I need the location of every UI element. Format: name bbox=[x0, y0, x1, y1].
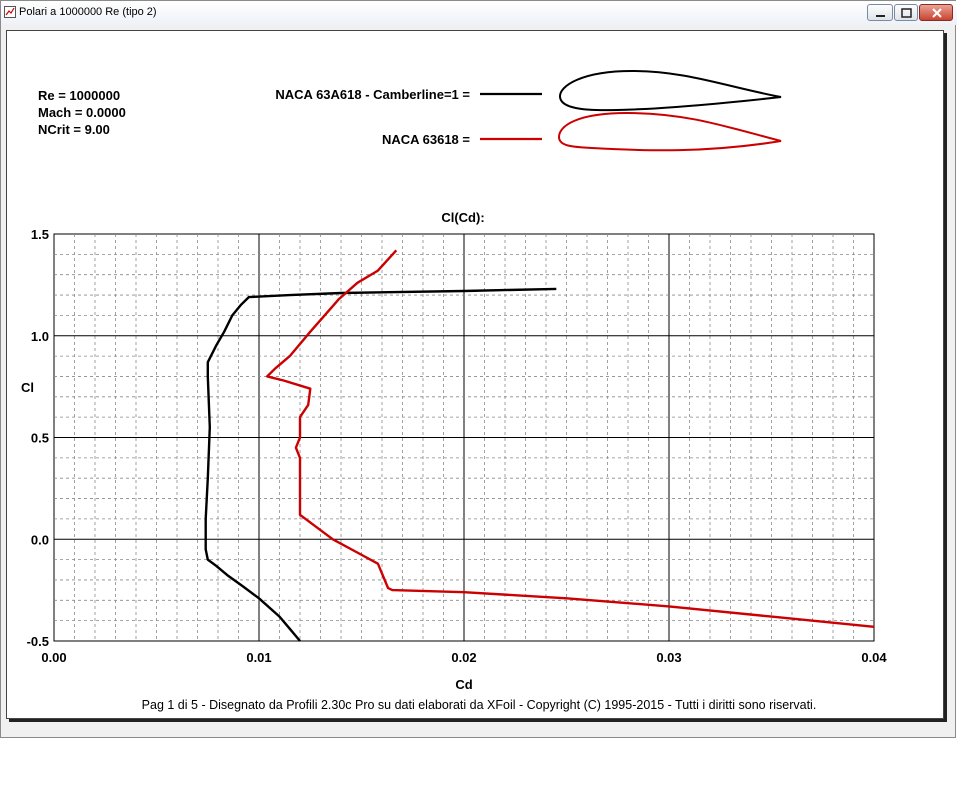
x-tick-label: 0.03 bbox=[656, 650, 681, 665]
y-tick-label: 0.5 bbox=[31, 431, 49, 446]
axis-ticks: 0.00 0.01 0.02 0.03 0.04 1.5 1.0 0.5 0.0 -0.5 bbox=[27, 227, 888, 665]
polar-plot: Re = 1000000 Mach = 0.0000 NCrit = 9.00 … bbox=[21, 69, 888, 712]
x-axis-label: Cd bbox=[455, 677, 472, 692]
series-line-naca63a618 bbox=[204, 287, 557, 642]
legend-label-naca63618: NACA 63618 = bbox=[382, 132, 470, 147]
y-tick-label: 1.0 bbox=[31, 329, 49, 344]
app-window: Polari a 1000000 Re (tipo 2) Re = 100000… bbox=[0, 0, 957, 738]
minimize-button[interactable] bbox=[867, 4, 893, 21]
airfoil-shape-naca63618 bbox=[557, 111, 782, 152]
y-tick-label: 1.5 bbox=[31, 227, 49, 242]
plot-page: Re = 1000000 Mach = 0.0000 NCrit = 9.00 … bbox=[6, 30, 944, 719]
series-line-naca63618 bbox=[266, 249, 875, 628]
footer-copyright: Pag 1 di 5 - Disegnato da Profili 2.30c … bbox=[142, 698, 817, 712]
y-tick-label: 0.0 bbox=[31, 532, 49, 547]
x-tick-label: 0.02 bbox=[451, 650, 476, 665]
minimize-icon bbox=[876, 15, 885, 17]
y-tick-label: -0.5 bbox=[27, 634, 49, 649]
legend-label-naca63a618: NACA 63A618 - Camberline=1 = bbox=[275, 87, 470, 102]
app-icon bbox=[4, 6, 16, 18]
maximize-button[interactable] bbox=[894, 4, 918, 21]
grid bbox=[54, 234, 874, 641]
x-tick-label: 0.01 bbox=[246, 650, 271, 665]
window-title: Polari a 1000000 Re (tipo 2) bbox=[19, 6, 157, 18]
x-tick-label: 0.04 bbox=[861, 650, 887, 665]
x-tick-label: 0.00 bbox=[41, 650, 66, 665]
title-bar[interactable]: Polari a 1000000 Re (tipo 2) bbox=[1, 1, 957, 25]
airfoil-shape-naca63a618 bbox=[559, 69, 782, 112]
re-label: Re = 1000000 bbox=[38, 88, 120, 103]
mach-label: Mach = 0.0000 bbox=[38, 105, 126, 120]
y-axis-label: Cl bbox=[21, 380, 34, 395]
close-button[interactable] bbox=[919, 4, 953, 21]
chart-title: Cl(Cd): bbox=[441, 210, 484, 225]
ncrit-label: NCrit = 9.00 bbox=[38, 122, 110, 137]
maximize-icon bbox=[901, 8, 912, 18]
close-icon bbox=[932, 8, 942, 18]
data-series bbox=[204, 249, 875, 642]
